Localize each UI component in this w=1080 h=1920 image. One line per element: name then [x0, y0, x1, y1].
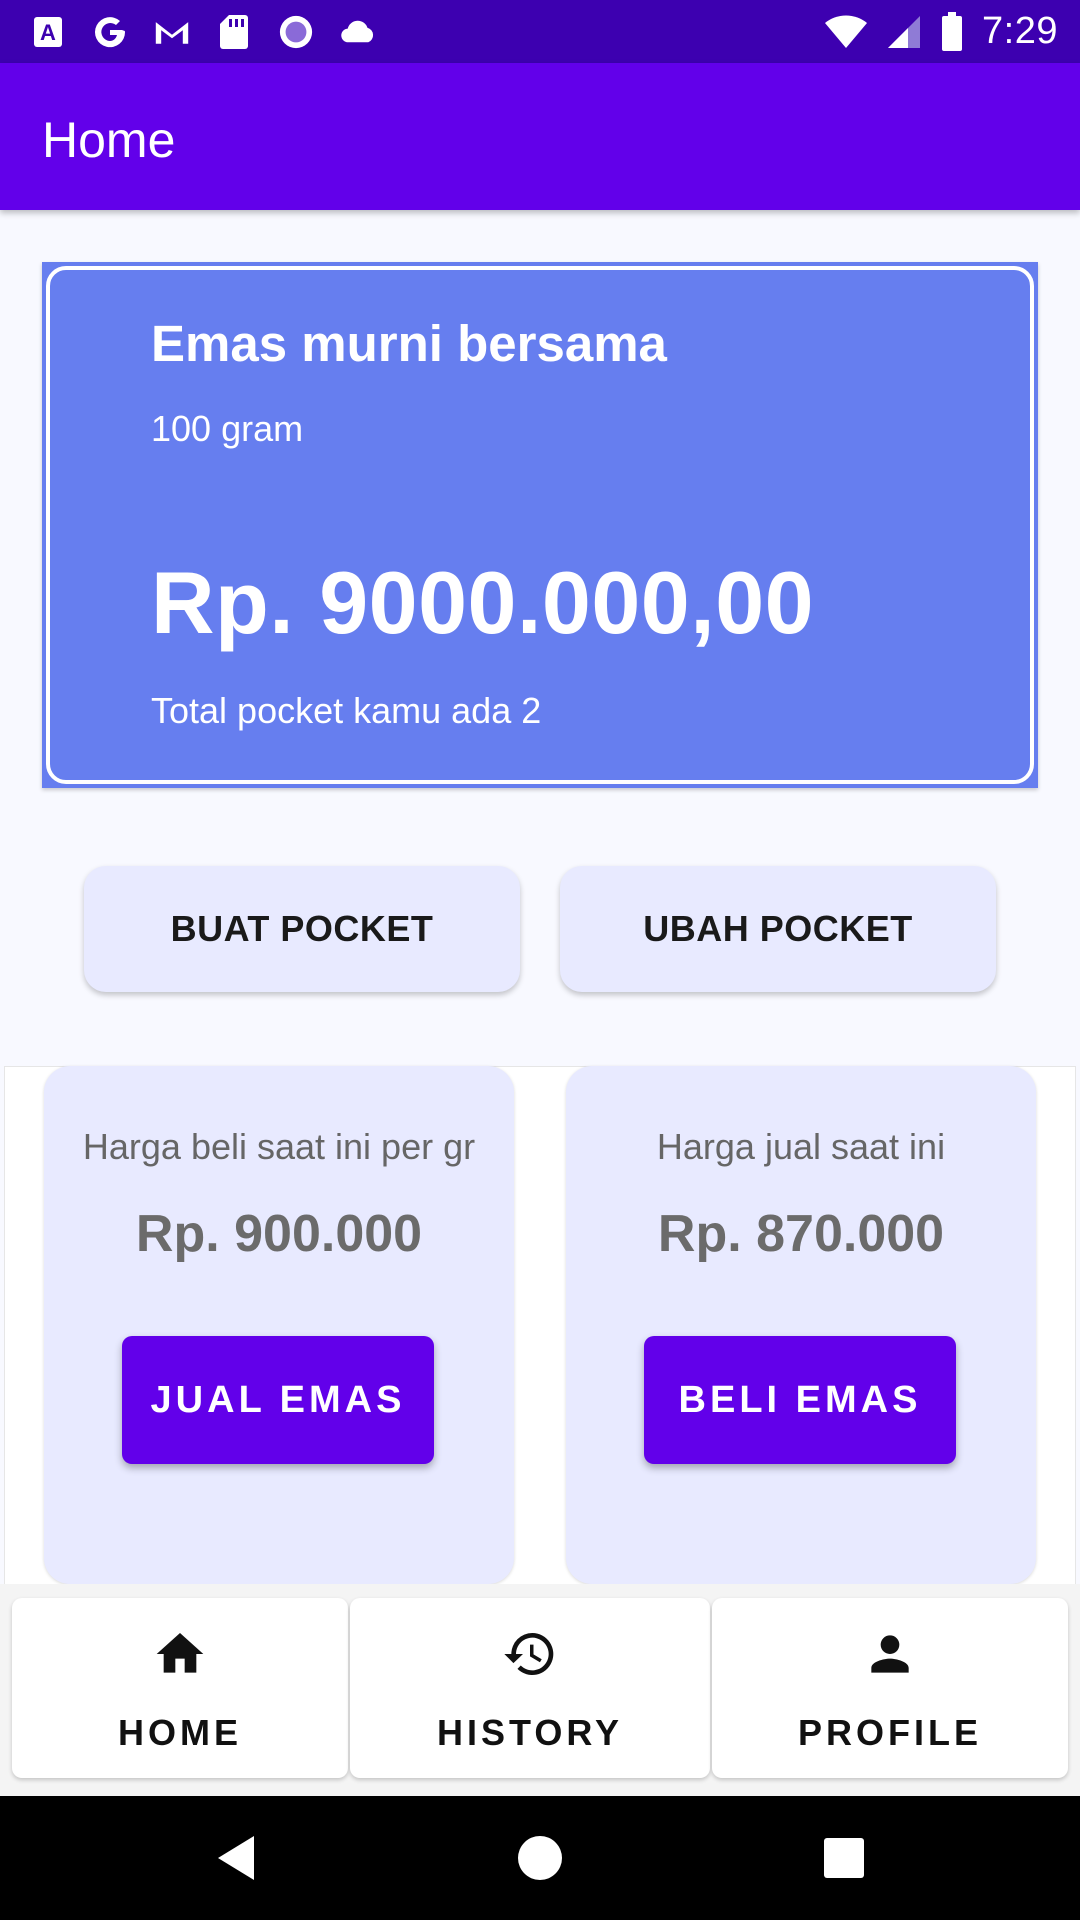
battery-icon — [940, 11, 964, 51]
person-icon — [862, 1626, 918, 1682]
page-title: Home — [42, 112, 176, 168]
nav-label-home: HOME — [118, 1712, 242, 1753]
home-icon — [152, 1626, 208, 1682]
nav-item-profile[interactable]: PROFILE — [712, 1598, 1068, 1778]
accessibility-a-icon: A — [30, 14, 66, 50]
pocket-count: Total pocket kamu ada 2 — [151, 690, 542, 731]
google-g-icon — [92, 14, 128, 50]
sell-price-value: Rp. 870.000 — [657, 1205, 945, 1263]
buy-price-label: Harga beli saat ini per gr — [82, 1126, 476, 1167]
status-time: 7:29 — [982, 10, 1058, 52]
sd-card-icon — [216, 14, 252, 50]
sell-price-card: Harga jual saat ini Rp. 870.000 BELI EMA… — [566, 1066, 1036, 1584]
balance-title: Emas murni bersama — [151, 315, 667, 372]
home-circle-icon[interactable] — [512, 1830, 568, 1886]
status-bar: A 7:29 — [0, 0, 1080, 63]
sell-price-label: Harga jual saat ini — [656, 1126, 946, 1167]
app-bar: Home — [0, 63, 1080, 210]
balance-weight: 100 gram — [151, 408, 304, 449]
history-icon — [502, 1626, 558, 1682]
signal-icon — [886, 14, 922, 50]
cloud-icon — [340, 14, 376, 50]
gmail-icon — [154, 14, 190, 50]
back-icon[interactable] — [208, 1830, 264, 1886]
status-bar-system: 7:29 — [824, 0, 1058, 63]
bottom-navigation: HOME HISTORY PROFILE — [0, 1584, 1080, 1796]
edit-pocket-button[interactable]: UBAH POCKET — [560, 866, 996, 992]
nav-label-history: HISTORY — [436, 1712, 624, 1753]
record-circle-icon — [278, 14, 314, 50]
balance-amount: Rp. 9000.000,00 — [151, 553, 815, 652]
create-pocket-button[interactable]: BUAT POCKET — [84, 866, 520, 992]
nav-label-profile: PROFILE — [797, 1712, 982, 1753]
status-bar-notifications: A — [30, 0, 376, 63]
system-navigation-bar — [0, 1796, 1080, 1920]
nav-item-history[interactable]: HISTORY — [350, 1598, 710, 1778]
wifi-icon — [824, 14, 868, 50]
nav-item-home[interactable]: HOME — [12, 1598, 348, 1778]
balance-card-inner: Emas murni bersama 100 gram Rp. 9000.000… — [46, 266, 1034, 784]
buy-price-card: Harga beli saat ini per gr Rp. 900.000 J… — [44, 1066, 514, 1584]
svg-text:A: A — [40, 20, 56, 45]
recents-icon[interactable] — [816, 1830, 872, 1886]
buy-gold-button[interactable]: BELI EMAS — [644, 1336, 956, 1464]
sell-gold-button[interactable]: JUAL EMAS — [122, 1336, 434, 1464]
balance-card: Emas murni bersama 100 gram Rp. 9000.000… — [42, 262, 1038, 788]
buy-price-value: Rp. 900.000 — [135, 1205, 423, 1263]
